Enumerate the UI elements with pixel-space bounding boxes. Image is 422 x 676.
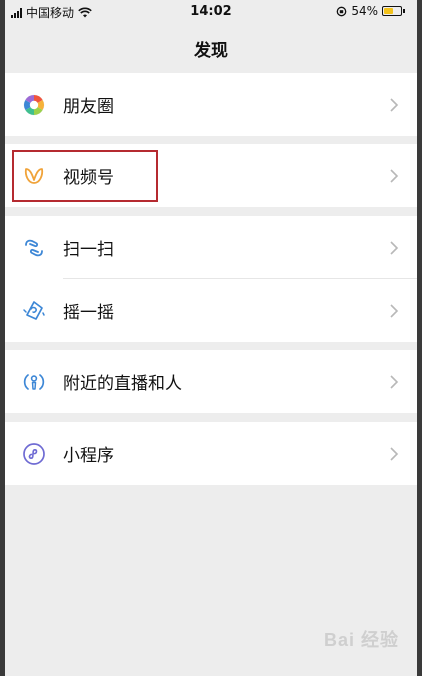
menu-label-scan: 扫一扫 xyxy=(63,240,114,260)
status-bar: 中国移动 14:02 54% xyxy=(5,0,417,26)
highlight-box xyxy=(12,150,158,202)
page-title: 发现 xyxy=(194,40,228,61)
nav-bar: 发现 xyxy=(5,26,417,70)
chevron-right-icon xyxy=(390,303,399,318)
battery-percent: 54% xyxy=(351,4,378,18)
chevron-right-icon xyxy=(390,97,399,112)
shake-icon xyxy=(23,300,45,320)
scan-icon xyxy=(25,239,43,256)
chevron-right-icon xyxy=(390,240,399,255)
discover-screen: 中国移动 14:02 54% 发现 朋友圈 视频号 扫一扫 摇一摇 附近的直播和… xyxy=(5,0,417,676)
group-scan-shake: 扫一扫 摇一摇 xyxy=(5,216,417,342)
group-moments: 朋友圈 xyxy=(5,73,417,136)
menu-item-scan[interactable]: 扫一扫 xyxy=(5,216,417,279)
chevron-right-icon xyxy=(390,168,399,183)
menu-item-mini-programs[interactable]: 小程序 xyxy=(5,422,417,485)
menu-item-shake[interactable]: 摇一摇 xyxy=(5,279,417,342)
moments-aperture-icon xyxy=(23,94,45,115)
group-mini-programs: 小程序 xyxy=(5,422,417,485)
battery-level xyxy=(384,8,393,14)
chevron-right-icon xyxy=(390,446,399,461)
nearby-live-icon xyxy=(23,373,45,390)
watermark: Bai 经验 xyxy=(323,630,399,650)
status-right: 54% xyxy=(336,4,405,18)
orientation-lock-icon xyxy=(336,6,347,16)
menu-label-mini-programs: 小程序 xyxy=(63,446,114,466)
mini-program-icon xyxy=(23,442,45,465)
battery-icon xyxy=(382,6,402,16)
menu-label-nearby-live: 附近的直播和人 xyxy=(63,374,182,394)
chevron-right-icon xyxy=(390,374,399,389)
menu-item-nearby-live[interactable]: 附近的直播和人 xyxy=(5,350,417,413)
menu-label-shake: 摇一摇 xyxy=(63,303,114,323)
battery-tip xyxy=(403,9,405,13)
group-nearby: 附近的直播和人 xyxy=(5,350,417,413)
menu-item-moments[interactable]: 朋友圈 xyxy=(5,73,417,136)
menu-label-moments: 朋友圈 xyxy=(63,97,114,117)
